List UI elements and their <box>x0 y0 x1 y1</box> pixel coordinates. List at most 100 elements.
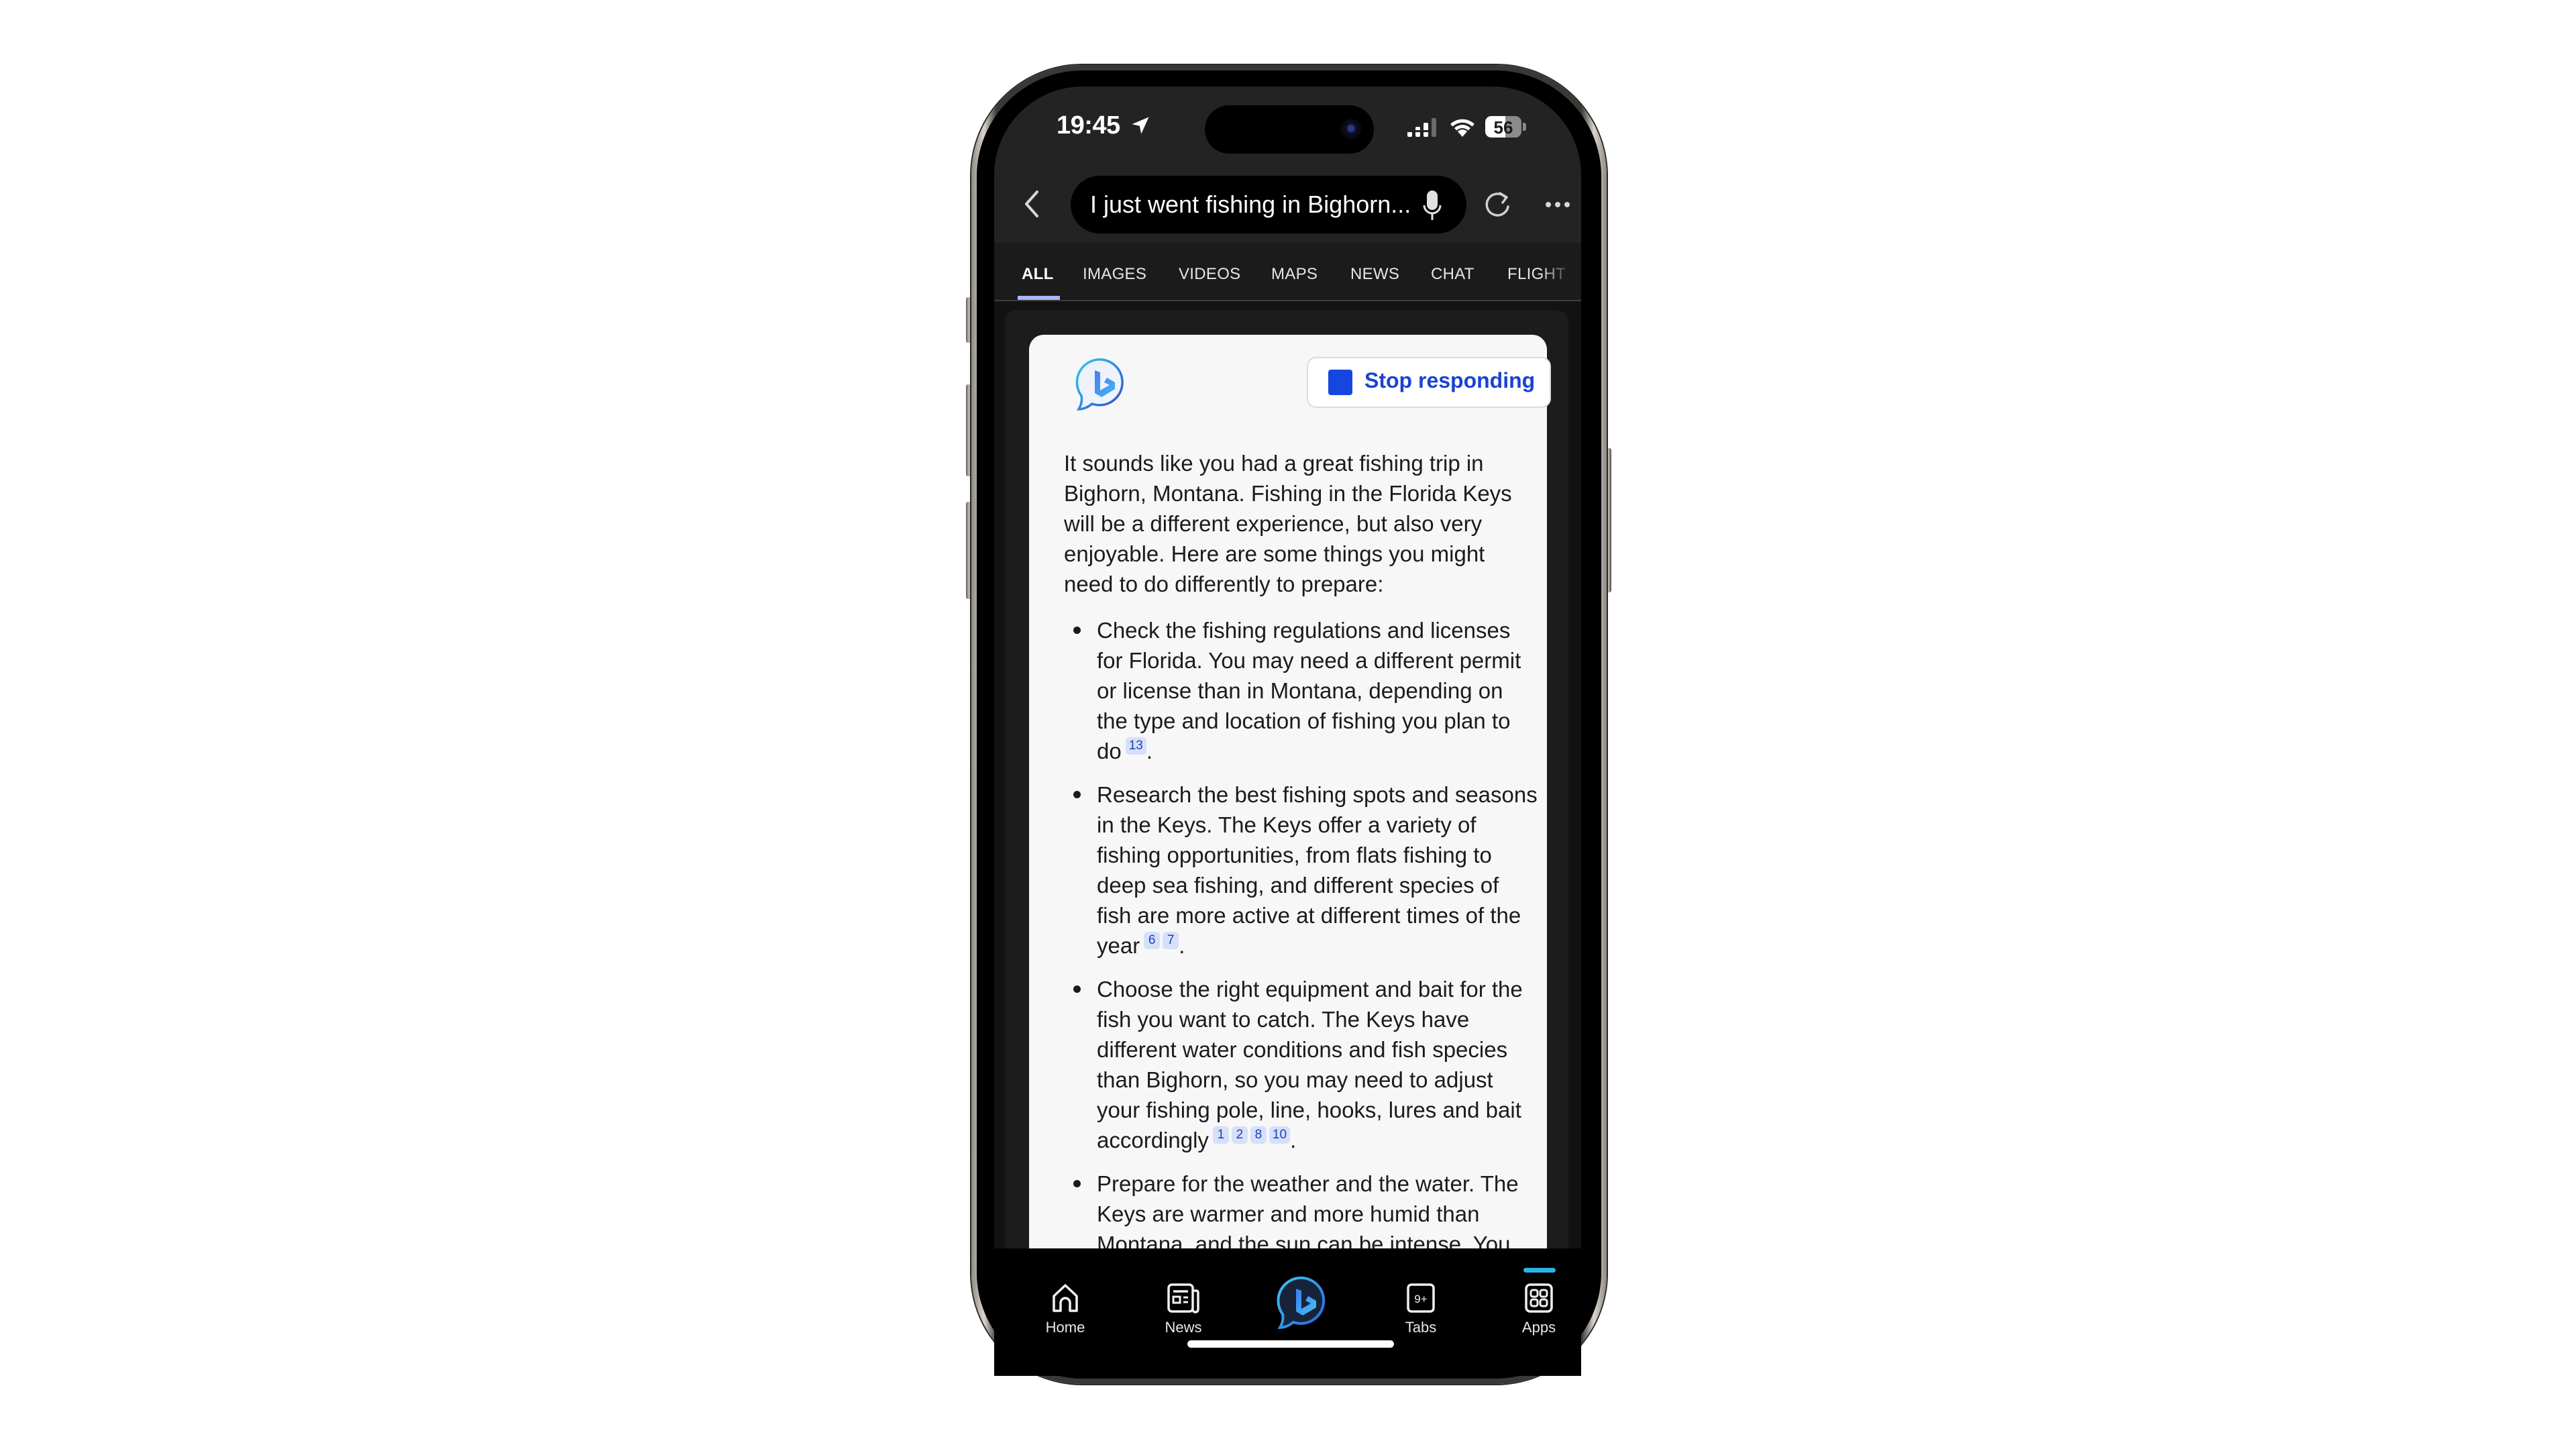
battery-tip <box>1523 123 1526 131</box>
response-line: Prepare for the weather and the water. T… <box>1097 1169 1519 1199</box>
location-arrow-icon <box>1132 117 1149 134</box>
nav-home-label: Home <box>1045 1319 1085 1336</box>
response-line-text: fishing opportunities, from flats fishin… <box>1097 843 1492 867</box>
response-line: need to do differently to prepare: <box>1064 572 1384 596</box>
response-line: enjoyable. Here are some things you migh… <box>1064 541 1485 566</box>
response-line-text: fish you want to catch. The Keys have <box>1097 1007 1470 1032</box>
battery-level: 56 <box>1493 117 1513 138</box>
response-line: deep sea fishing, and different species … <box>1097 870 1538 900</box>
citation-link[interactable]: 13 <box>1125 737 1146 755</box>
response-line: will be a different experience, but also… <box>1064 511 1483 536</box>
tabs-icon: 9+ <box>1407 1283 1435 1313</box>
response-line-text: fish are more active at different times … <box>1097 903 1521 928</box>
news-icon <box>1167 1283 1199 1313</box>
tab-maps[interactable]: MAPS <box>1271 265 1318 284</box>
tab-all[interactable]: ALL <box>1022 265 1054 284</box>
front-camera <box>1340 119 1362 140</box>
home-indicator[interactable] <box>1187 1340 1394 1348</box>
response-line: or license than in Montana, depending on <box>1097 676 1521 706</box>
tab-news[interactable]: NEWS <box>1350 265 1399 284</box>
response-line-text: than Bighorn, so you may need to adjust <box>1097 1067 1493 1092</box>
search-query[interactable]: I just went fishing in Bighorn... <box>1090 191 1411 219</box>
tabs-fade-overlay <box>1540 255 1581 295</box>
home-icon <box>1053 1284 1078 1312</box>
response-line-text: accordingly <box>1097 1128 1209 1152</box>
sentence-end: . <box>1290 1128 1297 1152</box>
nav-tabs-label: Tabs <box>1405 1319 1437 1336</box>
citation-link[interactable]: 1 <box>1212 1126 1229 1144</box>
response-intro: It sounds like you had a great fishing t… <box>1064 448 1512 599</box>
microphone-icon[interactable] <box>1422 191 1442 221</box>
more-icon[interactable] <box>1543 199 1572 210</box>
sentence-end: . <box>1179 933 1185 958</box>
reload-icon[interactable] <box>1483 191 1512 220</box>
response-line-text: do <box>1097 739 1122 763</box>
citation-group: 67 <box>1140 932 1179 958</box>
nav-tabs[interactable]: 9+ Tabs <box>1381 1283 1461 1336</box>
citation-link[interactable]: 6 <box>1144 932 1161 949</box>
tabs-count-badge: 9+ <box>1414 1293 1427 1305</box>
response-line: fish you want to catch. The Keys have <box>1097 1004 1523 1034</box>
response-line: Keys are warmer and more humid than <box>1097 1199 1519 1229</box>
response-line: different water conditions and fish spec… <box>1097 1034 1523 1065</box>
response-line: fish are more active at different times … <box>1097 900 1538 930</box>
response-line-text: in the Keys. The Keys offer a variety of <box>1097 812 1477 837</box>
citation-group: 13 <box>1122 737 1146 763</box>
response-bullet-item: Research the best fishing spots and seas… <box>1097 780 1538 961</box>
citation-link[interactable]: 2 <box>1231 1126 1248 1144</box>
response-line: the type and location of fishing you pla… <box>1097 706 1521 736</box>
wifi-icon <box>1450 119 1474 137</box>
response-line-text: Research the best fishing spots and seas… <box>1097 782 1538 807</box>
response-line: year 6 7. <box>1097 930 1538 961</box>
response-line: than Bighorn, so you may need to adjust <box>1097 1065 1523 1095</box>
response-line-text: the type and location of fishing you pla… <box>1097 708 1511 733</box>
apps-active-indicator <box>1523 1268 1556 1273</box>
response-line: It sounds like you had a great fishing t… <box>1064 451 1484 476</box>
citation-link[interactable]: 10 <box>1269 1126 1291 1144</box>
stop-icon[interactable] <box>1328 370 1352 395</box>
response-line: your fishing pole, line, hooks, lures an… <box>1097 1095 1523 1125</box>
tab-images[interactable]: IMAGES <box>1083 265 1146 284</box>
bing-chat-icon <box>1277 1276 1326 1330</box>
response-line: fishing opportunities, from flats fishin… <box>1097 840 1538 870</box>
status-time: 19:45 <box>1057 111 1120 140</box>
sentence-end: . <box>1146 739 1153 763</box>
nav-news-label: News <box>1165 1319 1202 1336</box>
response-line: in the Keys. The Keys offer a variety of <box>1097 810 1538 840</box>
response-line-text: Check the fishing regulations and licens… <box>1097 618 1511 643</box>
response-line-text: Choose the right equipment and bait for … <box>1097 977 1523 1002</box>
response-bullet-item: Choose the right equipment and bait for … <box>1097 974 1523 1155</box>
response-line: for Florida. You may need a different pe… <box>1097 645 1521 676</box>
nav-home[interactable]: Home <box>1025 1283 1106 1336</box>
response-line: Check the fishing regulations and licens… <box>1097 615 1521 645</box>
response-line-text: Prepare for the weather and the water. T… <box>1097 1171 1519 1196</box>
bing-chat-logo-icon <box>1075 358 1124 411</box>
nav-news[interactable]: News <box>1143 1283 1224 1336</box>
citation-group: 1 2 8 10 <box>1209 1126 1291 1152</box>
citation-link[interactable]: 7 <box>1163 932 1179 949</box>
response-line-text: your fishing pole, line, hooks, lures an… <box>1097 1097 1521 1122</box>
nav-apps-label: Apps <box>1521 1319 1556 1336</box>
nav-bing-chat[interactable] <box>1263 1273 1343 1334</box>
bullet-dot <box>1073 791 1081 798</box>
citation-link[interactable]: 8 <box>1250 1126 1267 1144</box>
apps-icon <box>1525 1283 1553 1313</box>
response-line: Research the best fishing spots and seas… <box>1097 780 1538 810</box>
response-line-text: different water conditions and fish spec… <box>1097 1037 1508 1062</box>
response-line-text: or license than in Montana, depending on <box>1097 678 1503 703</box>
response-line: Bighorn, Montana. Fishing in the Florida… <box>1064 481 1512 506</box>
response-line-text: for Florida. You may need a different pe… <box>1097 648 1521 673</box>
tab-chat[interactable]: CHAT <box>1431 265 1474 284</box>
bullet-dot <box>1073 627 1081 634</box>
battery-icon: 56 <box>1485 116 1521 138</box>
response-line: do 13. <box>1097 736 1521 766</box>
tab-videos[interactable]: VIDEOS <box>1179 265 1241 284</box>
response-line-text: Keys are warmer and more humid than <box>1097 1201 1480 1226</box>
bullet-dot <box>1073 985 1081 993</box>
nav-apps[interactable]: Apps <box>1499 1283 1579 1336</box>
response-line: accordingly 1 2 8 10. <box>1097 1125 1523 1155</box>
chevron-left-icon[interactable] <box>1018 189 1045 219</box>
response-line-text: year <box>1097 933 1140 958</box>
response-line-text: deep sea fishing, and different species … <box>1097 873 1499 898</box>
stop-responding-label[interactable]: Stop responding <box>1364 368 1535 393</box>
